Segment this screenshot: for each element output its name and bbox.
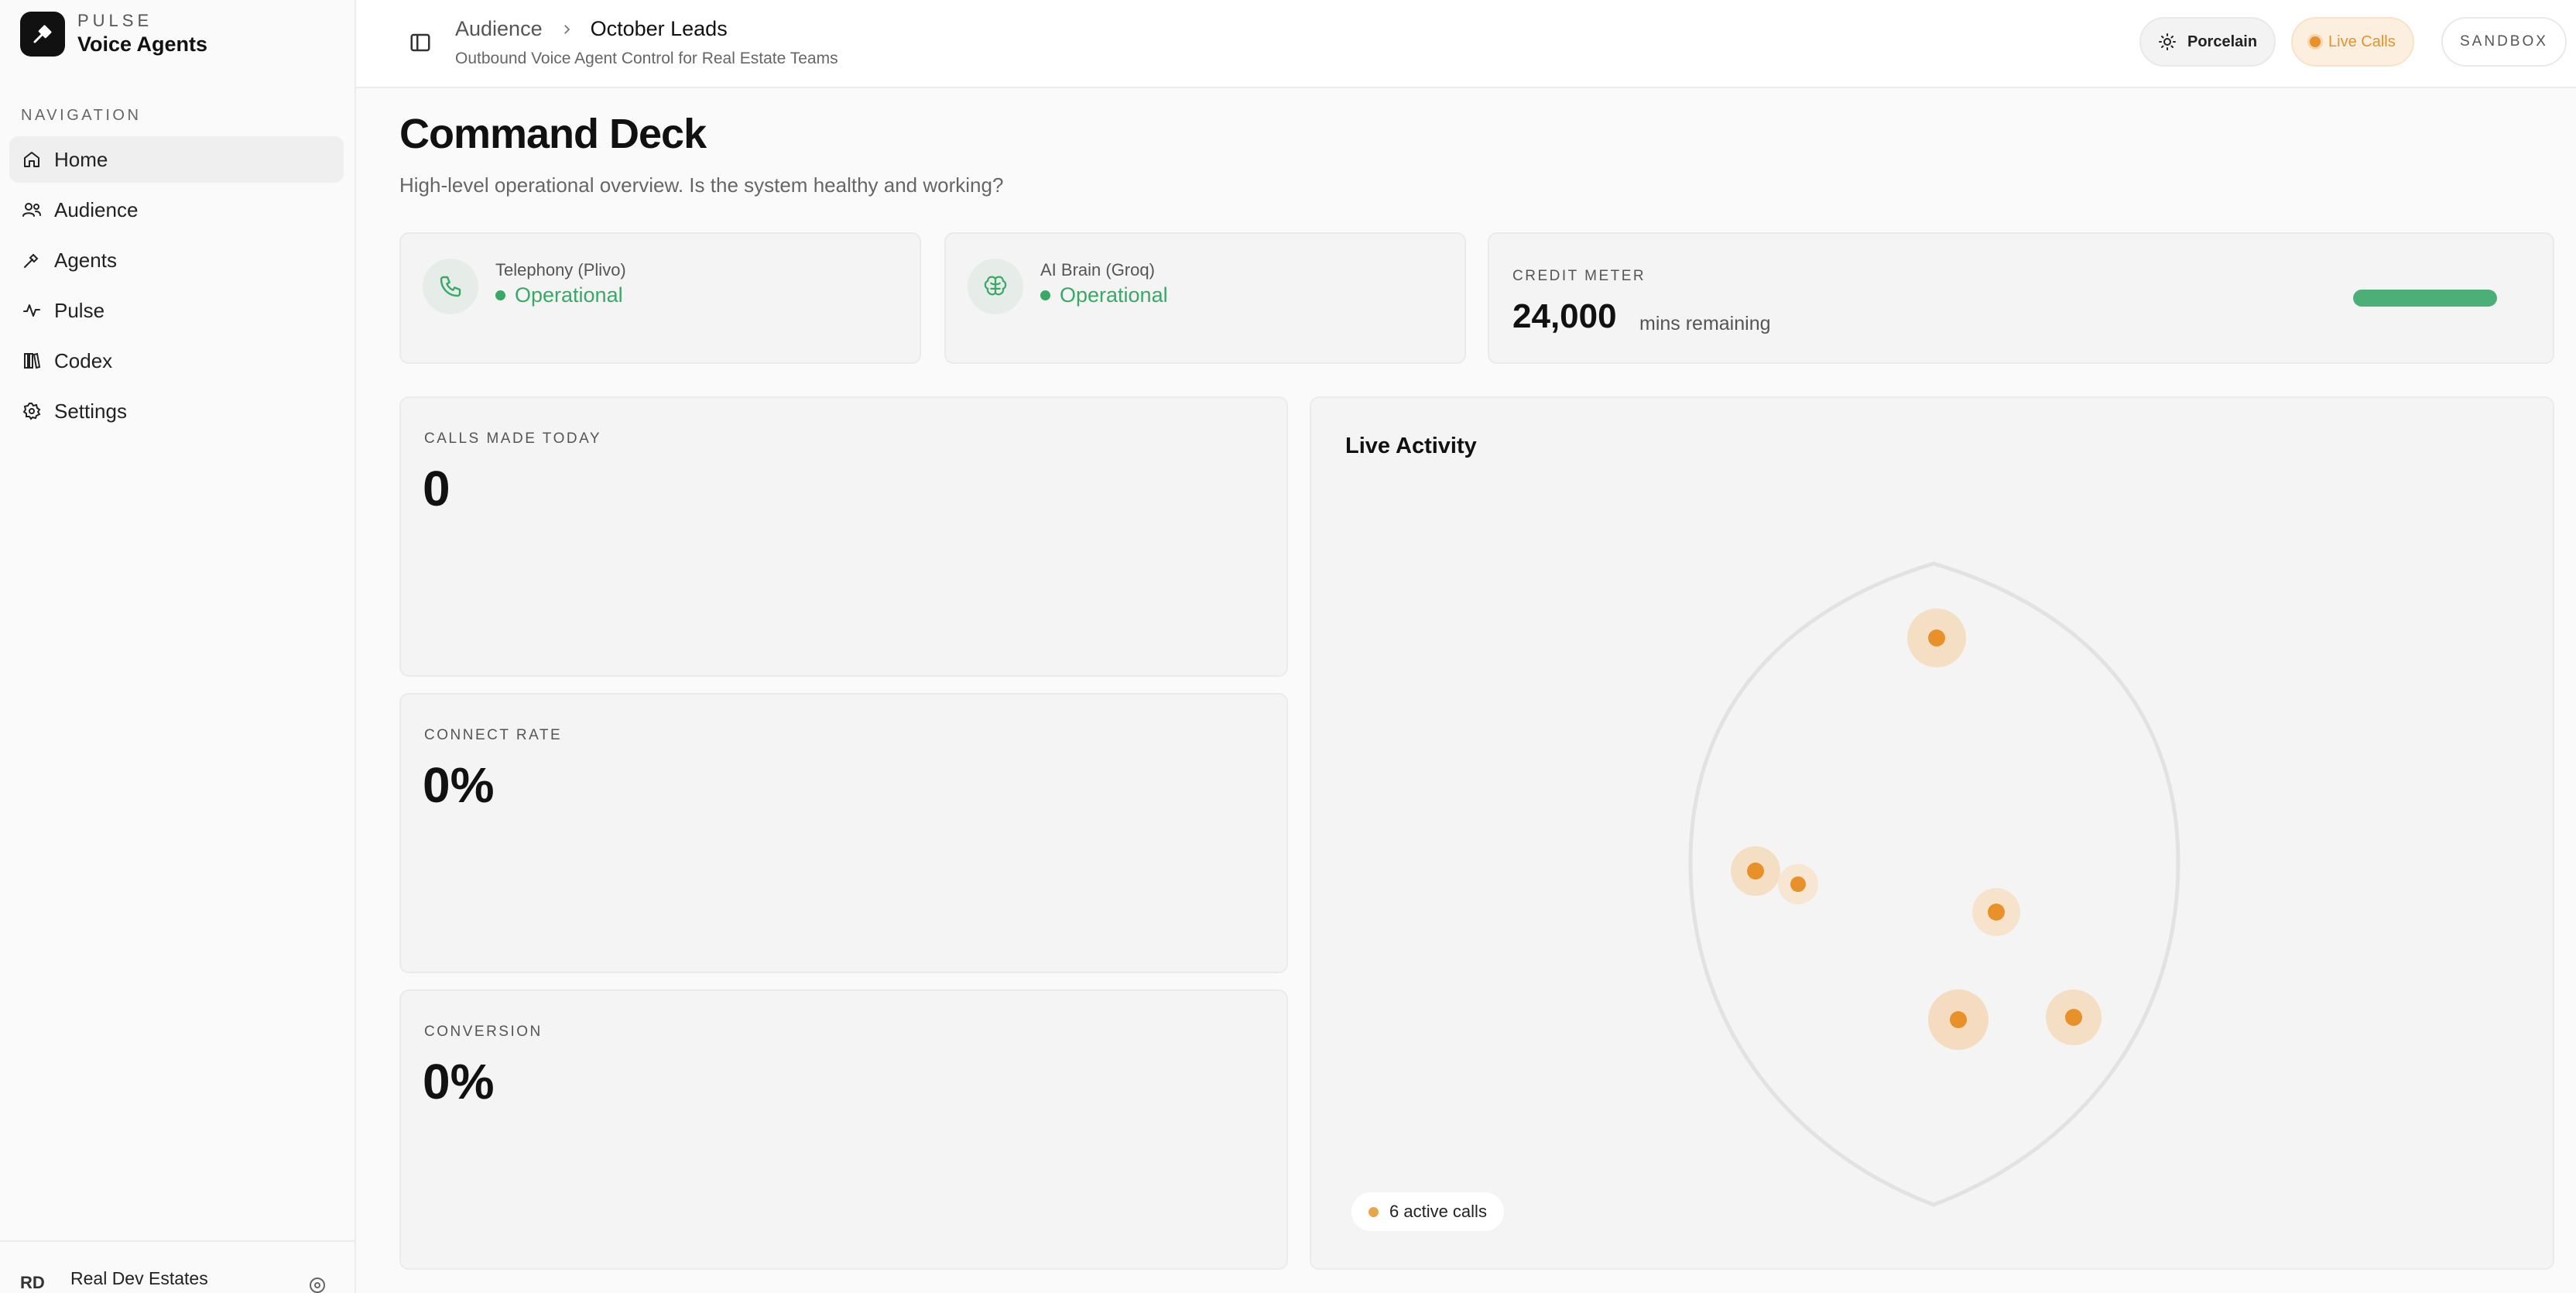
brand-logo-icon xyxy=(20,12,65,57)
status-dot xyxy=(1040,290,1050,300)
sidebar-item-pulse[interactable]: Pulse xyxy=(9,287,344,334)
call-marker[interactable] xyxy=(1907,609,1966,667)
sidebar-item-label: Codex xyxy=(54,348,113,372)
sidebar-item-codex[interactable]: Codex xyxy=(9,338,344,384)
telephony-status-card: Telephony (Plivo) Operational xyxy=(399,232,921,364)
avatar: RD xyxy=(20,1273,45,1292)
credit-meter-fill xyxy=(2353,290,2497,307)
sidebar-item-home[interactable]: Home xyxy=(9,136,344,183)
library-icon xyxy=(22,351,42,371)
credit-meter-card: CREDIT METER 24,000 mins remaining xyxy=(1488,232,2554,364)
sidebar-item-label: Agents xyxy=(54,248,117,272)
sidebar-nav: Home Audience Agents Pulse Codex Setting… xyxy=(9,136,344,438)
sandbox-mode-badge[interactable]: SANDBOX xyxy=(2441,17,2567,67)
active-calls-badge: 6 active calls xyxy=(1351,1192,1504,1231)
ai-brain-status-value: Operational xyxy=(1060,283,1168,307)
live-indicator-dot xyxy=(2310,36,2321,47)
breadcrumb: Audience October Leads xyxy=(455,17,728,41)
brain-icon xyxy=(968,259,1023,314)
active-calls-count: 6 active calls xyxy=(1389,1202,1487,1221)
ai-brain-status-card: AI Brain (Groq) Operational xyxy=(944,232,1466,364)
sidebar-item-label: Pulse xyxy=(54,298,105,322)
phone-icon xyxy=(423,259,478,314)
calls-made-today-card: CALLS MADE TODAY 0 xyxy=(399,396,1288,677)
live-activity-card: Live Activity 6 active calls xyxy=(1310,396,2554,1270)
live-calls-button[interactable]: Live Calls xyxy=(2291,17,2414,67)
conversion-card: CONVERSION 0% xyxy=(399,989,1288,1270)
metric-label: CONNECT RATE xyxy=(424,727,563,743)
sidebar-item-settings[interactable]: Settings xyxy=(9,388,344,434)
metric-label: CONVERSION xyxy=(424,1024,543,1040)
sidebar-item-label: Settings xyxy=(54,399,127,423)
metric-value: 0% xyxy=(423,757,495,813)
connect-rate-card: CONNECT RATE 0% xyxy=(399,693,1288,973)
brand-kicker: PULSE xyxy=(77,11,153,30)
sun-icon xyxy=(2158,33,2177,51)
call-marker[interactable] xyxy=(1731,846,1780,896)
metric-value: 0 xyxy=(423,461,450,516)
sidebar: PULSE Voice Agents NAVIGATION Home Audie… xyxy=(0,0,356,1293)
topbar-subtitle: Outbound Voice Agent Control for Real Es… xyxy=(455,50,838,67)
ai-brain-label: AI Brain (Groq) xyxy=(1040,260,1155,280)
call-marker[interactable] xyxy=(1972,888,2020,936)
account-settings-icon[interactable] xyxy=(308,1276,327,1293)
credit-meter-label: CREDIT METER xyxy=(1512,268,1646,284)
metric-label: CALLS MADE TODAY xyxy=(424,430,602,447)
live-activity-map xyxy=(1688,561,2180,1207)
theme-toggle-button[interactable]: Porcelain xyxy=(2139,17,2276,67)
sidebar-item-label: Audience xyxy=(54,197,139,221)
sidebar-item-audience[interactable]: Audience xyxy=(9,187,344,233)
gear-icon xyxy=(22,401,42,421)
credit-minutes-unit: mins remaining xyxy=(1639,313,1771,334)
page-description: High-level operational overview. Is the … xyxy=(399,173,1004,197)
sidebar-footer[interactable]: RD Real Dev Estates xyxy=(0,1240,355,1293)
telephony-status: Operational xyxy=(495,283,623,307)
sidebar-toggle-icon[interactable] xyxy=(409,31,432,58)
topbar: Audience October Leads Outbound Voice Ag… xyxy=(356,0,2576,88)
sidebar-item-label: Home xyxy=(54,147,108,171)
metric-value: 0% xyxy=(423,1054,495,1110)
users-icon xyxy=(22,200,42,220)
telephony-label: Telephony (Plivo) xyxy=(495,260,626,280)
live-calls-label: Live Calls xyxy=(2328,33,2396,50)
chevron-right-icon xyxy=(560,22,574,36)
breadcrumb-audience[interactable]: Audience xyxy=(455,17,543,41)
wand-icon xyxy=(22,250,42,270)
brand[interactable]: PULSE Voice Agents xyxy=(20,11,207,57)
status-dot xyxy=(495,290,505,300)
brand-name: Voice Agents xyxy=(77,33,208,56)
activity-icon xyxy=(22,300,42,321)
breadcrumb-current: October Leads xyxy=(590,17,728,40)
theme-label: Porcelain xyxy=(2187,33,2258,50)
credit-meter-bar xyxy=(2353,290,2497,307)
home-icon xyxy=(22,149,42,170)
ai-brain-status: Operational xyxy=(1040,283,1168,307)
sidebar-item-agents[interactable]: Agents xyxy=(9,237,344,283)
active-calls-dot xyxy=(1368,1206,1379,1217)
call-marker[interactable] xyxy=(1778,864,1818,904)
credit-minutes-value: 24,000 xyxy=(1512,297,1617,335)
telephony-status-value: Operational xyxy=(515,283,623,307)
page-title: Command Deck xyxy=(399,111,707,157)
call-marker[interactable] xyxy=(1928,989,1989,1050)
nav-heading: NAVIGATION xyxy=(21,107,142,124)
call-marker[interactable] xyxy=(2046,989,2102,1045)
org-name: Real Dev Estates xyxy=(70,1268,208,1288)
